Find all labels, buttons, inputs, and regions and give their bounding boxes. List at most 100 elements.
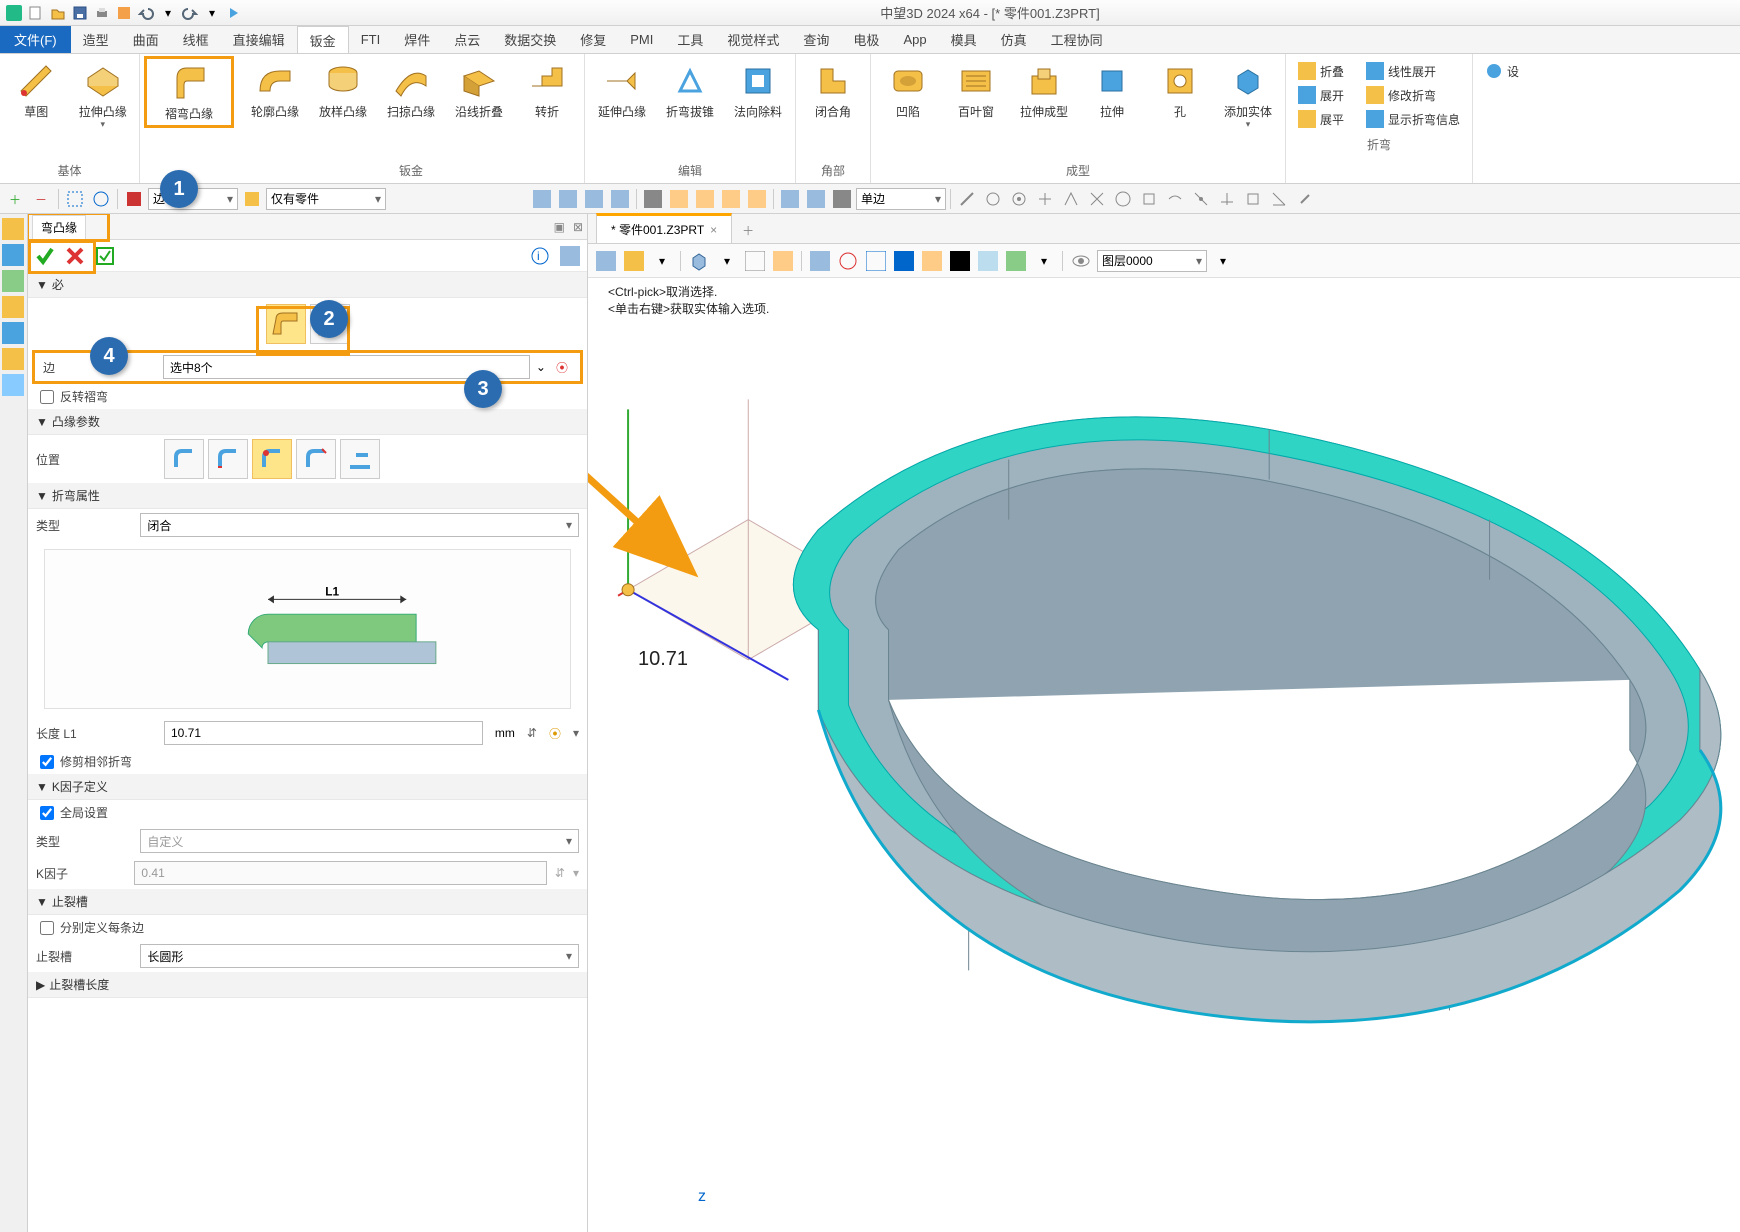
contour-flange-button[interactable]: 轮廓凸缘 [242,56,308,124]
menu-pmi[interactable]: PMI [618,26,665,53]
left-tool-3[interactable] [2,270,24,292]
tb-icon-a[interactable] [530,187,554,211]
snap-icon-5[interactable] [1059,187,1083,211]
play-icon[interactable] [224,3,244,23]
settings-button[interactable]: 设 [1481,60,1523,82]
pos-opt-5[interactable] [340,439,380,479]
relief-select[interactable]: 长圆形 [140,944,579,968]
section-required[interactable]: ▼必 [28,272,587,298]
sweep-flange-button[interactable]: 扫掠凸缘 [378,56,444,124]
jog-button[interactable]: 转折 [514,56,580,124]
cancel-button[interactable] [62,243,88,269]
section-kfactor[interactable]: ▼K因子定义 [28,774,587,800]
vt-icon-11[interactable] [948,249,972,273]
left-tool-4[interactable] [2,296,24,318]
vt-cube-icon[interactable] [687,249,711,273]
pos-opt-3[interactable] [252,439,292,479]
pos-opt-4[interactable] [296,439,336,479]
vt-icon-5[interactable] [771,249,795,273]
menu-fti[interactable]: FTI [349,26,393,53]
left-tool-2[interactable] [2,244,24,266]
louver-button[interactable]: 百叶窗 [943,56,1009,124]
global-checkbox[interactable]: 全局设置 [28,800,587,825]
extrude-flange-button[interactable]: 拉伸凸缘 ▾ [71,56,136,135]
tb-icon-k[interactable] [804,187,828,211]
menu-mold[interactable]: 模具 [939,26,989,53]
vt-icon-10[interactable] [920,249,944,273]
open-icon[interactable] [48,3,68,23]
snap-icon-14[interactable] [1293,187,1317,211]
snap-icon-8[interactable] [1137,187,1161,211]
edge-pick-icon[interactable]: ⦿ [552,359,572,376]
panel-close-icon[interactable]: ⊠ [573,220,583,234]
left-tool-6[interactable] [2,348,24,370]
normal-cut-button[interactable]: 法向除料 [725,56,791,124]
print-icon[interactable] [92,3,112,23]
add-tab-button[interactable]: ＋ [732,218,764,243]
snap-icon-12[interactable] [1241,187,1265,211]
viewport-tab[interactable]: * 零件001.Z3PRT × [596,213,732,243]
sel-lasso-icon[interactable] [89,187,113,211]
menu-sheetmetal[interactable]: 钣金 [297,26,349,53]
hem-type-1[interactable] [266,304,306,344]
tb-icon-l[interactable] [830,187,854,211]
hem-flange-button[interactable]: 褶弯凸缘 [144,56,234,128]
ktype-select[interactable]: 自定义 [140,829,579,853]
linear-unfold-button[interactable]: 线性展开 [1362,60,1440,82]
snap-icon-1[interactable] [955,187,979,211]
vt-icon-12[interactable] [976,249,1000,273]
fold-along-line-button[interactable]: 沿线折叠 [446,56,512,124]
vt-cube-dd[interactable]: ▾ [715,249,739,273]
extend-flange-button[interactable]: 延伸凸缘 [589,56,655,124]
menu-app[interactable]: App [891,26,938,53]
menu-modeling[interactable]: 造型 [71,26,121,53]
menu-pointcloud[interactable]: 点云 [442,26,492,53]
add-solid-button[interactable]: 添加实体▾ [1215,56,1281,135]
snap-icon-9[interactable] [1163,187,1187,211]
vt-icon-14[interactable]: ▾ [1211,249,1235,273]
vt-icon-3[interactable]: ▾ [650,249,674,273]
section-flange-params[interactable]: ▼凸缘参数 [28,409,587,435]
sketch-button[interactable]: 草图 [4,56,69,124]
new-icon[interactable] [26,3,46,23]
flatten-button[interactable]: 展平 [1294,108,1348,130]
length-stepper[interactable]: ⇵ [527,726,537,740]
tb-icon-c[interactable] [582,187,606,211]
left-tool-7[interactable] [2,374,24,396]
section-bend-attr[interactable]: ▼折弯属性 [28,483,587,509]
hole-button[interactable]: 孔 [1147,56,1213,124]
snap-icon-10[interactable] [1189,187,1213,211]
modify-bend-button[interactable]: 修改折弯 [1362,84,1440,106]
menu-visual[interactable]: 视觉样式 [715,26,791,53]
menu-surface[interactable]: 曲面 [121,26,171,53]
sel-box-icon[interactable] [63,187,87,211]
save-icon[interactable] [70,3,90,23]
snap-icon-4[interactable] [1033,187,1057,211]
filter-icon[interactable] [122,187,146,211]
tb-icon-g[interactable] [693,187,717,211]
tb-icon-f[interactable] [667,187,691,211]
zw-logo-icon[interactable] [4,3,24,23]
tb-icon-e[interactable] [641,187,665,211]
option-select[interactable]: 单边 [856,188,946,210]
menu-direct-edit[interactable]: 直接编辑 [221,26,297,53]
bend-taper-button[interactable]: 折弯拔锥 [657,56,723,124]
snap-icon-3[interactable] [1007,187,1031,211]
viewport-canvas[interactable]: <Ctrl-pick>取消选择. <单击右键>获取实体输入选项. [588,278,1740,1232]
left-tool-1[interactable] [2,218,24,240]
panel-pin-icon[interactable]: ▣ [554,220,565,234]
fold-button[interactable]: 折叠 [1294,60,1348,82]
kfactor-dd-icon[interactable]: ▾ [573,866,579,880]
add-sel-icon[interactable]: ＋ [4,187,28,211]
vt-icon-1[interactable] [594,249,618,273]
vt-icon-8[interactable] [864,249,888,273]
extrude-form-button[interactable]: 拉伸成型 [1011,56,1077,124]
close-tab-icon[interactable]: × [710,223,717,237]
menu-file[interactable]: 文件(F) [0,26,71,53]
snap-icon-7[interactable] [1111,187,1135,211]
snap-icon-13[interactable] [1267,187,1291,211]
tb-icon-j[interactable] [778,187,802,211]
menu-repair[interactable]: 修复 [568,26,618,53]
unfold-button[interactable]: 展开 [1294,84,1348,106]
pos-opt-1[interactable] [164,439,204,479]
